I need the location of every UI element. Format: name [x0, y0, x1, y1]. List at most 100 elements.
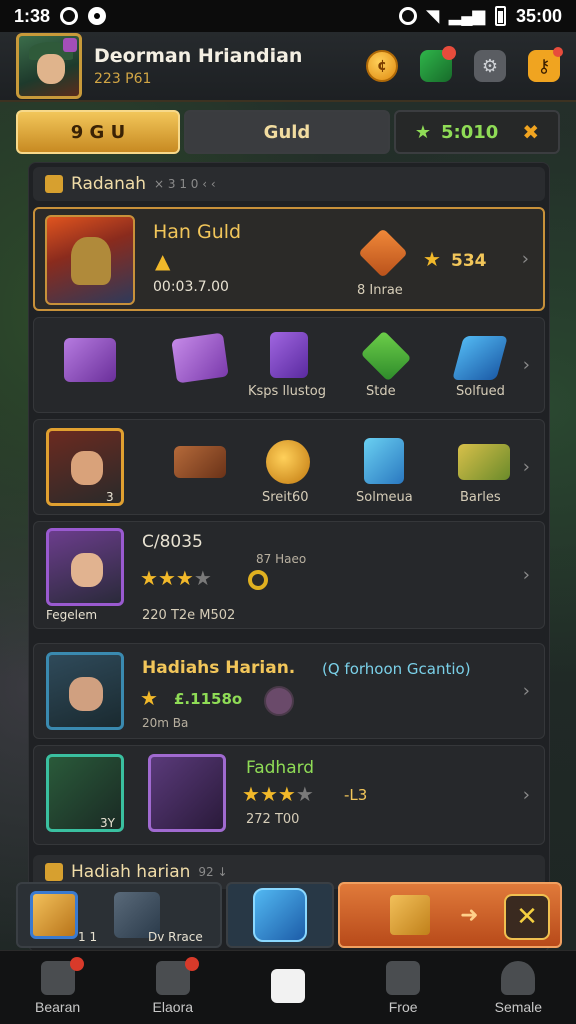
close-button[interactable]: ✕: [504, 894, 550, 940]
score-star-icon: ★: [423, 247, 441, 271]
wifi-icon: ◥: [426, 8, 439, 25]
alarm-icon: [398, 7, 417, 25]
crossed-swords-icon: ✖: [522, 120, 540, 144]
hero3-stars: ★★★★: [242, 782, 314, 806]
chevron-right-icon: ›: [522, 784, 530, 806]
olive-scroll-icon[interactable]: [458, 444, 510, 480]
hero3-stats: 272 T00: [246, 812, 300, 827]
guild-hero-portrait: [45, 215, 135, 305]
key-icon[interactable]: ⚷: [528, 47, 563, 82]
tab-overview[interactable]: 9 G U: [16, 110, 180, 154]
hero-stats: 220 T2e M502: [142, 608, 236, 623]
chest-slot[interactable]: 1 1 Dv Rrace: [16, 882, 222, 948]
nav-label: Bearan: [35, 998, 81, 1015]
coin-icon[interactable]: ¢: [366, 50, 398, 82]
item-label-r2-2: Barles: [460, 490, 501, 505]
mage-hero-portrait: [46, 528, 124, 606]
rogue-hero-qty: 3: [106, 490, 114, 504]
nav-item-map[interactable]: [238, 968, 338, 1007]
cyan-cube-icon[interactable]: [364, 438, 404, 484]
pirate-hero-portrait: [46, 652, 124, 730]
chest-portrait: [148, 754, 226, 832]
person-icon: [501, 960, 536, 995]
map-icon: [270, 968, 305, 1003]
warning-icon: ▲: [155, 249, 171, 273]
nav-item-profile[interactable]: Semale: [468, 960, 568, 1015]
section2-title: Hadiah harian: [71, 862, 191, 882]
star-icon: ★: [414, 121, 432, 143]
signal-icon: ▂▄▆: [449, 8, 485, 25]
gem-shop-icon[interactable]: [420, 46, 456, 82]
avatar-rank-badge: [63, 38, 77, 52]
guild-emblem-icon: [358, 228, 408, 278]
brown-chest-icon[interactable]: [174, 446, 226, 478]
star-icon: ★: [175, 566, 194, 590]
guild-card[interactable]: Han Guld ▲ 00:03.7.00 8 Inrae ★ 534 ›: [33, 207, 545, 311]
section-subtitle: × 3 1 0 ‹ ‹: [154, 177, 216, 191]
tab-reward[interactable]: ★ 5:010 ✖: [394, 110, 560, 154]
nav-item-tasks[interactable]: Froe: [353, 960, 453, 1015]
item-label-1: Ksps llustog: [248, 384, 326, 399]
camera-icon: [60, 7, 79, 25]
tab-row: 9 G U Guld ★ 5:010 ✖: [16, 110, 560, 158]
purple-chest-icon[interactable]: [64, 338, 116, 382]
status-bar: 1:38 ◥ ▂▄▆ 35:00: [0, 0, 576, 32]
gold-chest-icon[interactable]: [30, 891, 78, 939]
hero-stars: ★★★★: [140, 566, 212, 590]
hero-name: Fegelem: [46, 608, 98, 622]
chevron-right-icon: ›: [522, 354, 530, 376]
player-power: 223 P61: [94, 71, 152, 87]
items-card-2[interactable]: 3 Sreit60 Solmeua Barles ›: [33, 419, 545, 515]
action-bar: 1 1 Dv Rrace ➜ ✕: [16, 882, 564, 950]
status-time: 1:38: [14, 5, 51, 26]
star-icon: ★: [140, 686, 158, 710]
player-avatar[interactable]: [16, 33, 82, 99]
hero2-name: Hadiahs Harian.: [142, 658, 296, 678]
nav-label: Froe: [388, 998, 418, 1015]
green-gem-icon[interactable]: [360, 330, 412, 382]
chest-label: Dv Rrace: [148, 930, 203, 944]
guild-score: 534: [451, 251, 487, 271]
notification-badge: [69, 956, 84, 971]
battery-icon: [494, 6, 506, 26]
section-title: Radanah: [71, 174, 147, 194]
claim-slot[interactable]: ➜ ✕: [338, 882, 562, 948]
settings-gear-icon[interactable]: ⚙: [474, 50, 506, 82]
violet-tome-icon[interactable]: [270, 332, 308, 378]
cursor-slot[interactable]: [226, 882, 334, 948]
item-label-r2-1: Solmeua: [356, 490, 413, 505]
hero-card-hadiahs[interactable]: Hadiahs Harian. (Q forhoon Gcantio) ★ £.…: [33, 643, 545, 739]
gold-barrel-icon[interactable]: [266, 440, 310, 484]
hero-card-fadhard[interactable]: 3Y Fadhard ★★★★ -L3 272 T00 ›: [33, 745, 545, 845]
nav-label: Semale: [494, 998, 543, 1015]
nav-label: Elaora: [152, 998, 194, 1015]
bottom-nav: Bearan Elaora Froe Semale: [0, 950, 576, 1024]
item-label-3: Solfued: [456, 384, 505, 399]
nav-item-home[interactable]: Bearan: [8, 956, 108, 1015]
chest-count: 1 1: [78, 930, 98, 944]
nav-item-explore[interactable]: Elaora: [123, 956, 223, 1015]
main-panel: Radanah × 3 1 0 ‹ ‹ Han Guld ▲ 00:03.7.0…: [28, 162, 550, 952]
star-icon: ★: [242, 782, 260, 806]
player-info: Deorman Hriandian 223 P61: [94, 45, 302, 87]
player-name: Deorman Hriandian: [94, 45, 303, 67]
hero3-bonus: -L3: [344, 786, 368, 804]
tab-guild[interactable]: Guld: [184, 110, 390, 154]
guild-title: Han Guld: [153, 221, 242, 243]
star-icon: ★: [157, 566, 176, 590]
items-card-1[interactable]: Ksps llustog Stde Solfued ›: [33, 317, 545, 413]
cursor-arrow-icon[interactable]: [253, 888, 307, 942]
checklist-icon: [386, 960, 421, 995]
hero-card-fegelem[interactable]: Fegelem C/8035 87 Haeo ★★★★ 220 T2e M502…: [33, 521, 545, 629]
notification-badge: [184, 956, 199, 971]
blue-crystal-icon[interactable]: [452, 336, 508, 380]
star-empty-icon: ★: [295, 782, 314, 806]
purple-box-icon[interactable]: [171, 332, 229, 384]
shield-icon: [45, 863, 63, 881]
section2-subtitle: 92 ↓: [198, 865, 228, 879]
arrow-right-icon: ➜: [460, 902, 479, 928]
reward-value: 5:010: [441, 121, 499, 143]
player-header: Deorman Hriandian 223 P61 ¢ ⚙ ⚷: [0, 32, 576, 102]
avatar-face-shape: [37, 54, 65, 84]
section-header-radanah: Radanah × 3 1 0 ‹ ‹: [33, 167, 545, 201]
